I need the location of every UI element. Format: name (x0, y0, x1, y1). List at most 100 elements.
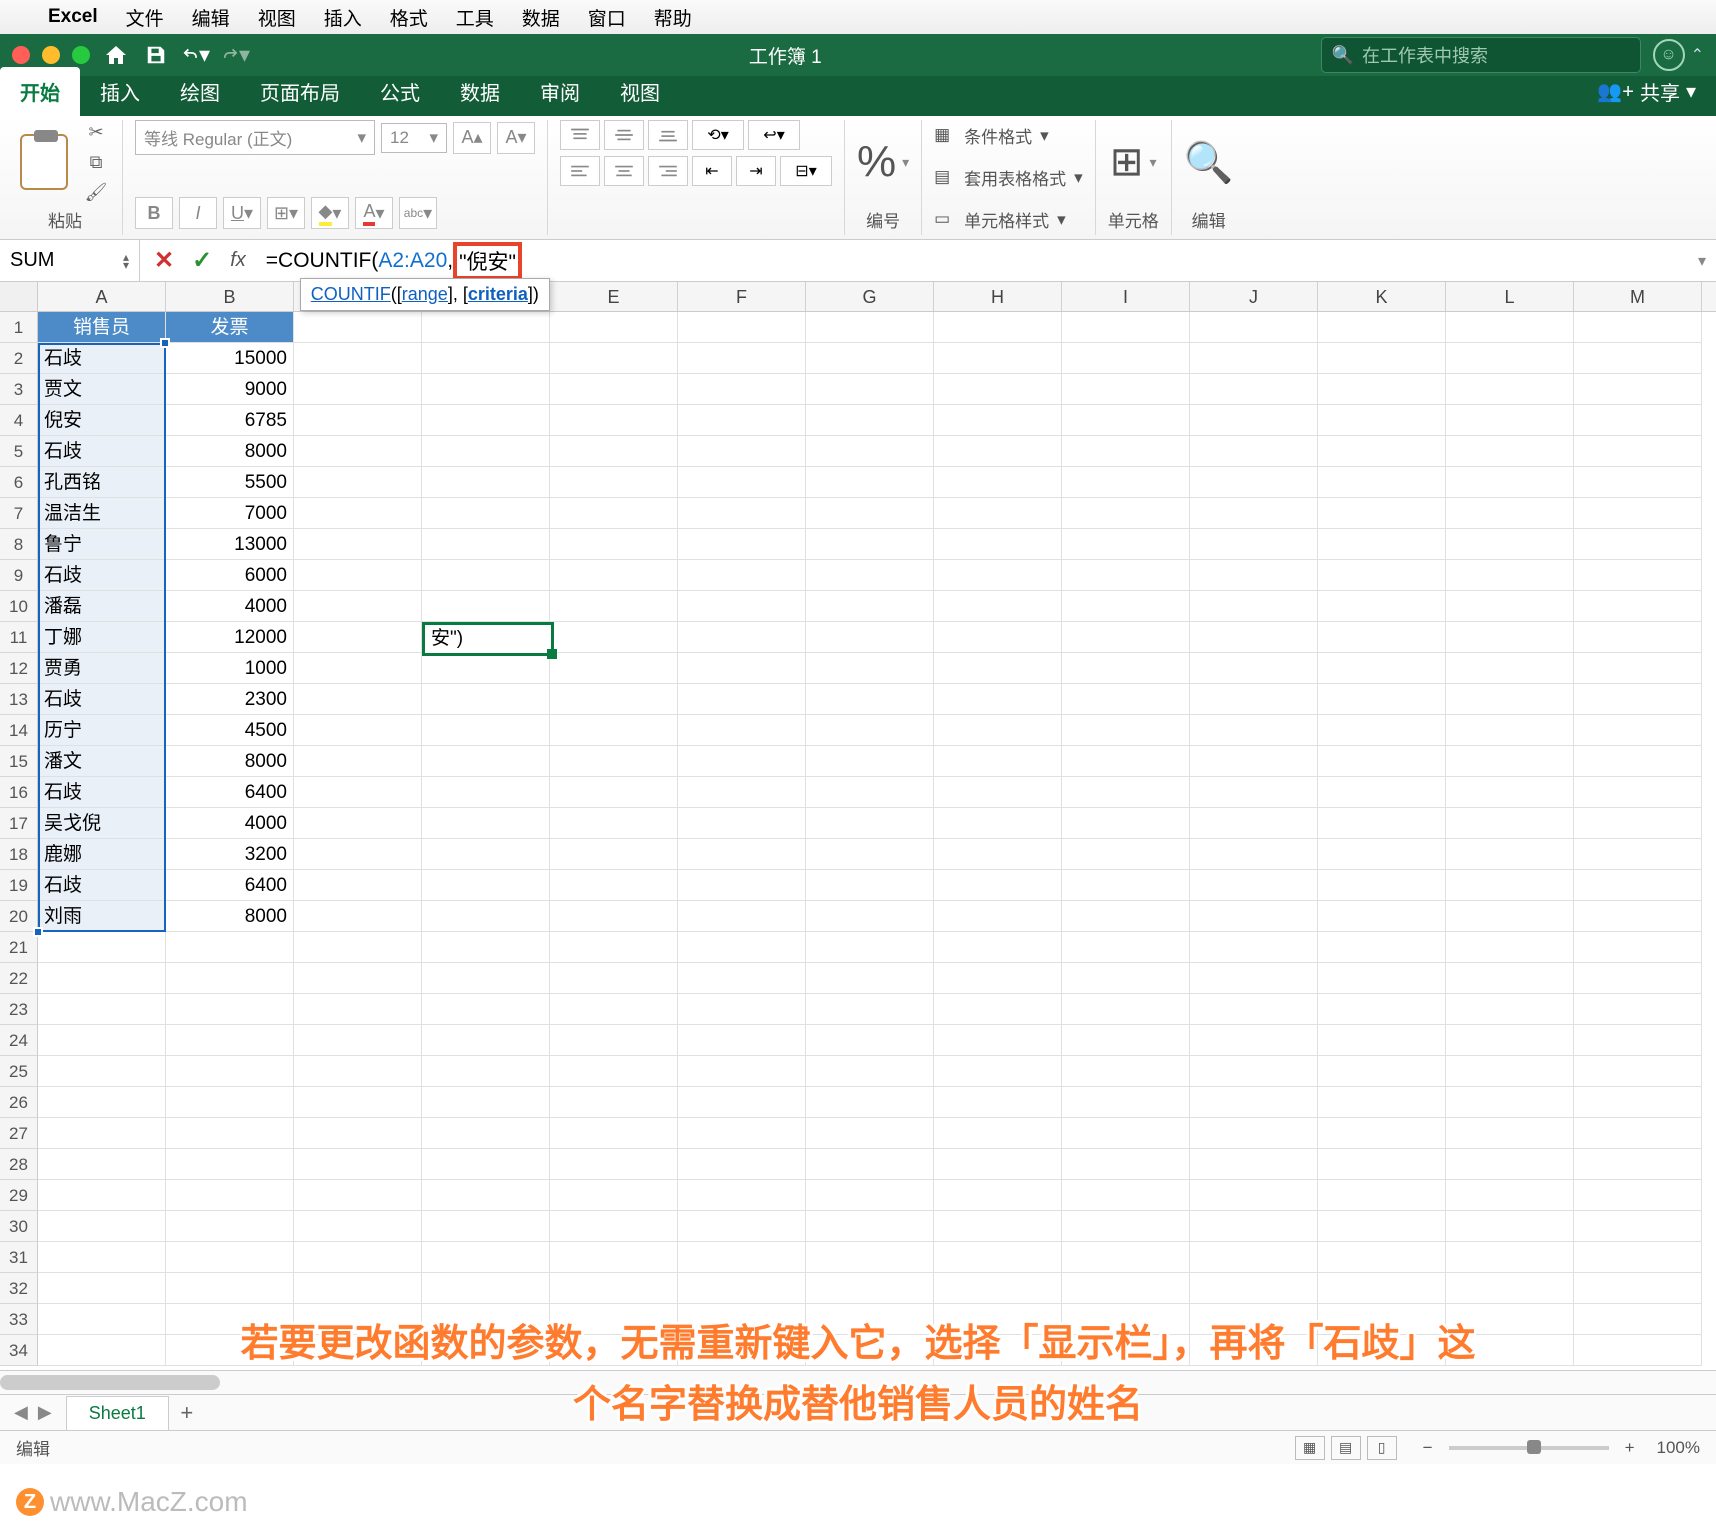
cell[interactable] (1190, 436, 1318, 467)
cell[interactable] (934, 1304, 1062, 1335)
cell[interactable] (38, 1056, 166, 1087)
format-table-button[interactable]: ▤套用表格格式 ▾ (934, 162, 1083, 193)
cell[interactable] (934, 1242, 1062, 1273)
cell[interactable] (1190, 1056, 1318, 1087)
cell[interactable] (1318, 529, 1446, 560)
cell[interactable] (294, 312, 422, 343)
cell[interactable]: 石歧 (38, 436, 166, 467)
cell[interactable] (550, 808, 678, 839)
cell[interactable] (550, 1242, 678, 1273)
cell[interactable] (1318, 746, 1446, 777)
cell[interactable] (294, 1149, 422, 1180)
cell[interactable] (678, 715, 806, 746)
cut-icon[interactable]: ✂ (82, 120, 110, 144)
cell[interactable] (1062, 560, 1190, 591)
cell[interactable] (1574, 1335, 1702, 1366)
cell[interactable] (550, 715, 678, 746)
cell[interactable] (678, 870, 806, 901)
cell[interactable] (1318, 312, 1446, 343)
cell[interactable] (1574, 1211, 1702, 1242)
cell[interactable] (38, 1025, 166, 1056)
conditional-format-button[interactable]: ▦条件格式 ▾ (934, 120, 1049, 151)
cell[interactable] (1318, 1242, 1446, 1273)
cell[interactable] (1190, 529, 1318, 560)
cell[interactable] (1446, 684, 1574, 715)
cell[interactable] (1446, 436, 1574, 467)
cell[interactable] (1446, 746, 1574, 777)
cell[interactable] (1062, 1118, 1190, 1149)
menu-edit[interactable]: 编辑 (192, 4, 230, 31)
align-right-icon[interactable] (648, 156, 688, 186)
menu-help[interactable]: 帮助 (654, 4, 692, 31)
cell[interactable] (678, 591, 806, 622)
row-header[interactable]: 23 (0, 994, 38, 1025)
cell[interactable] (806, 653, 934, 684)
cell[interactable] (678, 839, 806, 870)
cell[interactable] (806, 839, 934, 870)
cell[interactable] (1062, 1335, 1190, 1366)
cell[interactable] (806, 467, 934, 498)
cell[interactable] (550, 653, 678, 684)
cell[interactable] (806, 715, 934, 746)
cell[interactable] (1190, 343, 1318, 374)
cell[interactable] (678, 1180, 806, 1211)
cell[interactable] (1062, 715, 1190, 746)
cell[interactable] (806, 1335, 934, 1366)
cell[interactable] (422, 467, 550, 498)
cell[interactable] (294, 1242, 422, 1273)
cell[interactable] (806, 312, 934, 343)
cell[interactable] (678, 1149, 806, 1180)
cell[interactable] (550, 1087, 678, 1118)
cell[interactable] (678, 436, 806, 467)
cell[interactable] (550, 591, 678, 622)
scrollbar-thumb[interactable] (0, 1375, 220, 1390)
cell[interactable] (1574, 1149, 1702, 1180)
cell[interactable] (294, 1335, 422, 1366)
cell[interactable] (422, 498, 550, 529)
sheet-tab[interactable]: Sheet1 (66, 1396, 169, 1430)
cell[interactable] (1062, 653, 1190, 684)
increase-indent-icon[interactable]: ⇥ (736, 156, 776, 186)
cell[interactable] (294, 870, 422, 901)
sheet-prev-icon[interactable]: ◀ (14, 1402, 28, 1423)
cell[interactable] (934, 1118, 1062, 1149)
sheet-next-icon[interactable]: ▶ (38, 1402, 52, 1423)
cell[interactable] (1062, 1211, 1190, 1242)
cell[interactable] (934, 591, 1062, 622)
cell[interactable] (1446, 1211, 1574, 1242)
cell[interactable] (678, 932, 806, 963)
select-all-corner[interactable] (0, 282, 38, 311)
cell[interactable] (422, 746, 550, 777)
row-header[interactable]: 6 (0, 467, 38, 498)
row-header[interactable]: 31 (0, 1242, 38, 1273)
cell[interactable] (1318, 777, 1446, 808)
cell[interactable] (678, 963, 806, 994)
cell[interactable]: 石歧 (38, 343, 166, 374)
cell[interactable] (934, 932, 1062, 963)
cell[interactable] (550, 1149, 678, 1180)
cell[interactable] (806, 1242, 934, 1273)
cell[interactable] (934, 1273, 1062, 1304)
cell[interactable] (422, 343, 550, 374)
cell[interactable] (294, 1180, 422, 1211)
spreadsheet-grid[interactable]: ABCDEFGHIJKLM 1销售员发票2石歧150003贾文90004倪安67… (0, 282, 1716, 1370)
name-dropdown-icon[interactable]: ▴▾ (123, 253, 129, 269)
cell[interactable] (934, 560, 1062, 591)
cell[interactable] (806, 870, 934, 901)
cell[interactable] (422, 994, 550, 1025)
tab-draw[interactable]: 绘图 (160, 67, 240, 116)
cell[interactable] (1574, 343, 1702, 374)
align-center-icon[interactable] (604, 156, 644, 186)
cell[interactable] (1446, 1304, 1574, 1335)
cell[interactable] (38, 963, 166, 994)
cell[interactable] (678, 746, 806, 777)
cell[interactable] (550, 1335, 678, 1366)
cell[interactable] (678, 901, 806, 932)
selection-handle[interactable] (33, 927, 43, 937)
cell[interactable] (1574, 1180, 1702, 1211)
column-header[interactable]: K (1318, 282, 1446, 311)
cell[interactable] (806, 436, 934, 467)
cell[interactable] (422, 684, 550, 715)
cell[interactable]: 潘文 (38, 746, 166, 777)
cell[interactable] (1190, 839, 1318, 870)
